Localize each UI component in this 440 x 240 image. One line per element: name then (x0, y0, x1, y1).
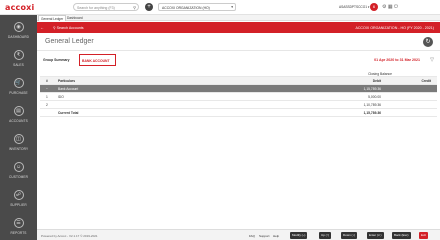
sidebar-item-label: REPORTS (10, 231, 27, 235)
up-button[interactable]: Up (↑) (319, 232, 332, 239)
back-arrow-icon[interactable]: ← (40, 25, 44, 30)
table-supheader: Closing Balance (40, 70, 437, 77)
sidebar-item-sales[interactable]: ₹ SALES (0, 45, 37, 71)
sidebar-item-dashboard[interactable]: ◉ DASHBOARD (0, 17, 37, 43)
enter-button[interactable]: Enter (↵) (367, 232, 384, 239)
table-total-row: Current Total 1,15,789.36 (40, 109, 437, 117)
table-row[interactable]: 1 IDO 5,000.00 (40, 93, 437, 101)
search-placeholder: Search for anything (F3) (77, 5, 115, 10)
top-icons: ⚙ ▦ ⏻ (382, 4, 398, 10)
notification-badge[interactable]: 6 (370, 3, 378, 11)
row-particulars: IDO (58, 95, 64, 99)
row-debit: 5,000.00 (368, 95, 381, 99)
sidebar-item-label: INVENTORY (8, 147, 29, 151)
add-button[interactable]: + (145, 3, 153, 11)
search-accounts-label: Search Accounts (56, 25, 84, 30)
table-header: # Particulars Debit Credit (40, 77, 437, 85)
organization-value: ACCOXI ORGANIZATION (HO) (162, 5, 210, 10)
support-link[interactable]: Support (259, 234, 270, 238)
total-label: Current Total (58, 111, 79, 115)
column-debit: Debit (372, 79, 381, 83)
accounts-icon: ▤ (13, 106, 24, 116)
page-head: General Ledger ↻ (37, 33, 440, 51)
user-menu[interactable]: ASASSDPTSCCO1 ▾ (339, 5, 369, 9)
top-bar: accoxi Search for anything (F3) ⚲ + ACCO… (0, 0, 440, 15)
group-select[interactable]: BANK ACCOUNT (79, 54, 116, 66)
organization-select[interactable]: ACCOXI ORGANIZATION (HO) ▾ (158, 3, 236, 11)
power-icon[interactable]: ⏻ (394, 4, 398, 10)
sidebar-item-label: CUSTOMER (9, 175, 28, 179)
column-particulars: Particulars (58, 79, 76, 83)
faq-link[interactable]: FAQ (249, 234, 255, 238)
table-row[interactable]: 2 1,10,789.36 (40, 101, 437, 109)
down-button[interactable]: Down (↓) (341, 232, 358, 239)
total-debit: 1,15,789.36 (363, 111, 381, 115)
sidebar-item-customer[interactable]: ☺ CUSTOMER (0, 157, 37, 183)
settings-icon[interactable]: ⚙ (382, 4, 386, 10)
tab-bar: General Ledger Dashboard (37, 15, 440, 21)
tab-dashboard[interactable]: Dashboard (65, 15, 85, 21)
sidebar-item-label: PURCHASE (9, 91, 28, 95)
filter-icon[interactable]: ▽ (430, 57, 434, 63)
modify-button[interactable]: Modify (~) (290, 232, 308, 239)
global-search-input[interactable]: Search for anything (F3) ⚲ (73, 3, 139, 11)
chevron-down-icon: ▾ (231, 5, 233, 9)
search-accounts-link[interactable]: ⚲ Search Accounts (53, 26, 84, 30)
customer-icon: ☺ (13, 162, 24, 172)
sales-icon: ₹ (13, 50, 24, 60)
tab-general-ledger[interactable]: General Ledger (38, 15, 67, 21)
group-name: Bank Account (58, 87, 79, 91)
closing-balance-header: Closing Balance (368, 72, 392, 76)
group-summary-label: Group Summary (43, 58, 70, 62)
row-number: 2 (46, 103, 48, 107)
group-debit: 1,15,789.36 (363, 87, 381, 91)
exit-button[interactable]: Exit (419, 232, 429, 239)
grid-icon[interactable]: ▦ (388, 4, 393, 10)
table-group-row[interactable]: − Bank Account 1,15,789.36 (40, 85, 437, 93)
sidebar-item-label: ACCOUNTS (9, 119, 28, 123)
date-range[interactable]: 01 Apr 2020 to 31 Mar 2021 (374, 58, 420, 62)
powered-by-text: Powered by Accoxi - V2.1.17 © 2019-2021 (41, 234, 98, 238)
back-button[interactable]: Back (Esc) (392, 232, 411, 239)
page-title: General Ledger (45, 38, 94, 45)
dashboard-icon: ◉ (13, 22, 24, 32)
sidebar-item-reports[interactable]: ☰ REPORTS (0, 213, 37, 239)
sidebar-item-purchase[interactable]: 🛒 PURCHASE (0, 73, 37, 99)
row-debit: 1,10,789.36 (363, 103, 381, 107)
sidebar-item-label: SUPPLIER (10, 203, 27, 207)
page-header-bar: ← ⚲ Search Accounts ACCOXI ORGANIZATION … (37, 22, 440, 33)
purchase-icon: 🛒 (13, 78, 24, 88)
sidebar-item-label: DASHBOARD (7, 35, 30, 39)
sidebar-item-accounts[interactable]: ▤ ACCOUNTS (0, 101, 37, 127)
organization-title: ACCOXI ORGANIZATION - HO (FY 2020 - 2021… (355, 25, 434, 30)
accoxi-logo[interactable]: accoxi (5, 3, 34, 12)
column-credit: Credit (421, 79, 431, 83)
row-number: 1 (46, 95, 48, 99)
refresh-icon[interactable]: ↻ (423, 37, 433, 47)
inventory-icon: ◫ (13, 134, 24, 144)
sidebar: ◉ DASHBOARD ₹ SALES 🛒 PURCHASE ▤ ACCOUNT… (0, 15, 37, 240)
reports-icon: ☰ (13, 218, 24, 228)
supplier-icon: ☍ (13, 190, 24, 200)
ledger-table: Closing Balance # Particulars Debit Cred… (40, 70, 437, 117)
help-link[interactable]: Help (273, 234, 279, 238)
column-hash: # (46, 79, 48, 83)
footer-bar: Powered by Accoxi - V2.1.17 © 2019-2021 … (37, 229, 440, 240)
collapse-icon[interactable]: − (46, 87, 48, 91)
search-icon[interactable]: ⚲ (133, 5, 136, 10)
sidebar-item-supplier[interactable]: ☍ SUPPLIER (0, 185, 37, 211)
sidebar-item-inventory[interactable]: ◫ INVENTORY (0, 129, 37, 155)
sidebar-item-label: SALES (13, 63, 24, 67)
filter-row: Group Summary BANK ACCOUNT 01 Apr 2020 t… (37, 54, 440, 66)
